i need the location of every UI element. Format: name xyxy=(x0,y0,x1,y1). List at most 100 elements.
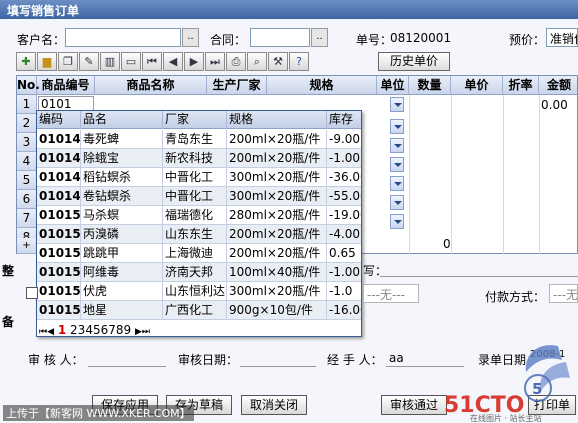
popup-cell-maker: 上海微迪 xyxy=(163,244,227,263)
popup-cell-maker: 山东东生 xyxy=(163,225,227,244)
help-icon[interactable]: ? xyxy=(289,52,309,71)
popup-cell-code: 010146 xyxy=(37,130,81,149)
popup-row[interactable]: 010148稻钻螟杀中晋化工300ml×20瓶/件-36.00 xyxy=(37,168,361,187)
popup-col-name: 品名 xyxy=(81,111,163,129)
popup-cell-spec: 200ml×20瓶/件 xyxy=(227,225,327,244)
popup-cell-name: 马杀螟 xyxy=(81,206,163,225)
popup-row[interactable]: 010155跳跳甲上海微迪200ml×20瓶/件0.65 xyxy=(37,244,361,263)
delete-icon[interactable]: ▥ xyxy=(100,52,120,71)
popup-cell-maker: 济南天邦 xyxy=(163,263,227,282)
presale-label: 预价： xyxy=(509,33,546,47)
grid-header: No. 商品编号 商品名称 生产厂家 规格 单位 数量 单价 折率 金额 xyxy=(17,76,577,95)
popup-cell-spec: 300ml×20瓶/件 xyxy=(227,168,327,187)
col-maker: 生产厂家 xyxy=(207,76,267,95)
status-select[interactable]: ---无--- xyxy=(363,284,419,303)
col-no: No. xyxy=(17,76,40,95)
popup-cell-stock: -1.0 xyxy=(329,284,353,298)
first-page-icon[interactable]: ⏮ xyxy=(142,52,162,71)
popup-cell-stock: -19.00 xyxy=(329,208,361,222)
copy-icon[interactable]: ❐ xyxy=(58,52,78,71)
popup-cell-code: 010158 xyxy=(37,301,81,320)
customer-input[interactable] xyxy=(65,28,181,47)
add-row-icon[interactable]: ✚ xyxy=(16,52,36,71)
popup-row[interactable]: 010157伏虎山东恒利达300ml×20瓶/件-1.0 xyxy=(37,282,361,301)
add-row-button[interactable]: + xyxy=(17,238,37,254)
unit-dropdown[interactable] xyxy=(390,157,404,172)
pager-prev-icon[interactable]: ⏮◀ xyxy=(39,327,54,337)
popup-cell-code: 010149 xyxy=(37,187,81,206)
prev-page-icon[interactable]: ◀ xyxy=(163,52,183,71)
pager-pages[interactable]: 23456789 xyxy=(70,323,131,337)
popup-cell-name: 地星 xyxy=(81,301,163,320)
popup-cell-maker: 青岛东生 xyxy=(163,130,227,149)
popup-row[interactable]: 010150马杀螟福瑞德化280ml×20瓶/件-19.00 xyxy=(37,206,361,225)
unit-dropdown[interactable] xyxy=(390,138,404,153)
popup-cell-name: 稻钻螟杀 xyxy=(81,168,163,187)
col-qty: 数量 xyxy=(409,76,451,95)
popup-cell-maker: 山东恒利达 xyxy=(163,282,227,301)
popup-cell-name: 伏虎 xyxy=(81,282,163,301)
tools-icon[interactable]: ⚒ xyxy=(268,52,288,71)
popup-cell-stock: -1.00 xyxy=(329,265,361,279)
open-folder-icon[interactable]: ▆ xyxy=(37,52,57,71)
col-unit: 单位 xyxy=(377,76,409,95)
pager-next-icon[interactable]: ▶⏭ xyxy=(135,327,150,337)
review-pass-button[interactable]: 审核通过 xyxy=(381,395,447,415)
row-number: 2 xyxy=(17,114,37,133)
popup-col-code: 编码 xyxy=(37,111,81,129)
unit-dropdown[interactable] xyxy=(390,176,404,191)
search-icon[interactable]: ⌕ xyxy=(247,52,267,71)
popup-row[interactable]: 010154丙溴磷山东东生200ml×20瓶/件-4.00 xyxy=(37,225,361,244)
edit-icon[interactable]: ✎ xyxy=(79,52,99,71)
popup-row[interactable]: 010156阿维毒济南天邦100ml×40瓶/件-1.00 xyxy=(37,263,361,282)
col-spec: 规格 xyxy=(267,76,377,95)
grid-divider xyxy=(409,95,410,254)
unit-dropdown[interactable] xyxy=(390,214,404,229)
payment-select[interactable]: ---无 xyxy=(549,284,578,303)
toolbar: ✚ ▆ ❐ ✎ ▥ ▭ ⏮ ◀ ▶ ⏭ ⎙ ⌕ ⚒ ? xyxy=(16,52,309,72)
side-label: 整 xyxy=(2,264,15,278)
popup-cell-name: 毒死蜱 xyxy=(81,130,163,149)
review-date-field[interactable] xyxy=(240,366,316,367)
customer-picker-button[interactable]: .. xyxy=(182,28,199,47)
popup-row[interactable]: 010146毒死蜱青岛东生200ml×20瓶/件-9.00 xyxy=(37,130,361,149)
popup-cell-stock: -1.00 xyxy=(329,151,361,165)
popup-col-maker: 厂家 xyxy=(163,111,227,129)
cancel-close-button[interactable]: 取消关闭 xyxy=(241,395,307,415)
popup-cell-code: 010155 xyxy=(37,244,81,263)
popup-cell-spec: 280ml×20瓶/件 xyxy=(227,206,327,225)
watermark-digit: 5 xyxy=(532,380,542,398)
last-page-icon[interactable]: ⏭ xyxy=(205,52,225,71)
contract-label: 合同： xyxy=(210,33,247,47)
row-number: 3 xyxy=(17,133,37,152)
unit-dropdown[interactable] xyxy=(390,119,404,134)
popup-row[interactable]: 010147除蛾宝新农科技200ml×20瓶/件-1.00 xyxy=(37,149,361,168)
unit-dropdown[interactable] xyxy=(390,97,404,112)
contract-picker-button[interactable]: .. xyxy=(311,28,328,47)
watermark-subtext: 在线图片 · 站长主站 xyxy=(470,413,542,423)
history-price-button[interactable]: 历史单价 xyxy=(378,52,450,71)
grid-divider xyxy=(503,95,504,254)
popup-cell-code: 010150 xyxy=(37,206,81,225)
popup-col-stock: 库存 xyxy=(329,112,354,126)
review-date-label: 审核日期： xyxy=(178,353,239,367)
option-checkbox[interactable] xyxy=(26,287,38,299)
popup-header: 编码 品名 厂家 规格 库存 xyxy=(37,111,361,129)
popup-row[interactable]: 010158地星广西化工900g×10包/件-16.00 xyxy=(37,301,361,320)
col-discount: 折率 xyxy=(503,76,539,95)
pager-current-page[interactable]: 1 xyxy=(58,323,66,337)
window-icon[interactable]: ▭ xyxy=(121,52,141,71)
upload-caption: 上传于【新客网 WWW.XKER.COM】 xyxy=(3,405,194,421)
presale-select[interactable]: 准销价 xyxy=(546,28,578,47)
popup-row[interactable]: 010149卷钻螟杀中晋化工300ml×20瓶/件-55.00 xyxy=(37,187,361,206)
popup-cell-stock: -36.00 xyxy=(329,170,361,184)
contract-input[interactable] xyxy=(250,28,310,47)
order-no-label: 单号： xyxy=(356,33,393,47)
next-page-icon[interactable]: ▶ xyxy=(184,52,204,71)
print-icon[interactable]: ⎙ xyxy=(226,52,246,71)
reviewer-field[interactable] xyxy=(88,366,166,367)
unit-dropdown[interactable] xyxy=(390,195,404,210)
popup-cell-maker: 中晋化工 xyxy=(163,168,227,187)
popup-cell-name: 除蛾宝 xyxy=(81,149,163,168)
popup-col-spec: 规格 xyxy=(227,111,327,129)
